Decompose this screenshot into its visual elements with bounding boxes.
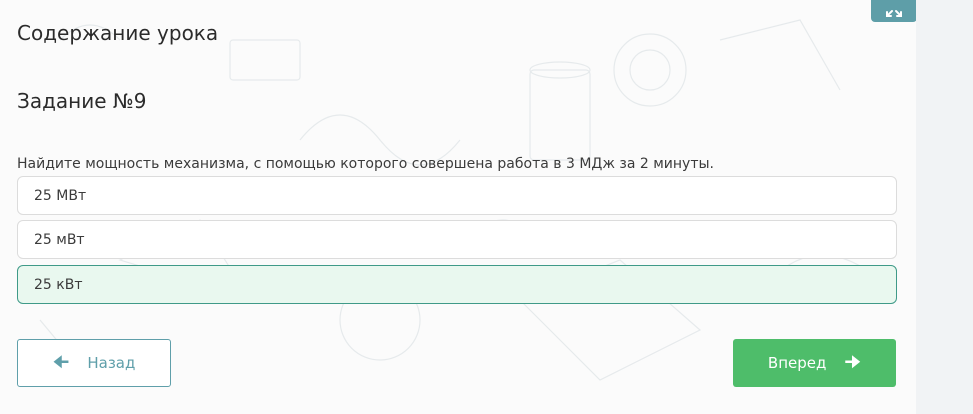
- arrow-left-icon: 🠈: [52, 352, 70, 373]
- lesson-panel: Содержание урока Задание №9 Найдите мощн…: [0, 0, 916, 414]
- answer-option-1[interactable]: 25 МВт: [17, 176, 897, 215]
- question-text: Найдите мощность механизма, с помощью ко…: [17, 156, 714, 172]
- next-button[interactable]: Вперед 🠊: [733, 339, 896, 387]
- answer-option-2[interactable]: 25 мВт: [17, 220, 897, 259]
- arrow-right-icon: 🠊: [844, 352, 862, 373]
- task-title: Задание №9: [17, 89, 147, 113]
- answer-option-label: 25 кВт: [34, 276, 83, 293]
- answer-option-label: 25 МВт: [34, 187, 87, 204]
- next-button-label: Вперед: [767, 354, 827, 372]
- lesson-content-title: Содержание урока: [17, 21, 219, 45]
- right-sidebar-strip: [916, 0, 973, 414]
- answer-option-3[interactable]: 25 кВт: [17, 265, 897, 304]
- answer-option-label: 25 мВт: [34, 231, 85, 248]
- back-button-label: Назад: [87, 354, 136, 372]
- back-button[interactable]: 🠈 Назад: [17, 339, 171, 387]
- expand-icon: [886, 10, 902, 17]
- expand-button[interactable]: [871, 0, 916, 22]
